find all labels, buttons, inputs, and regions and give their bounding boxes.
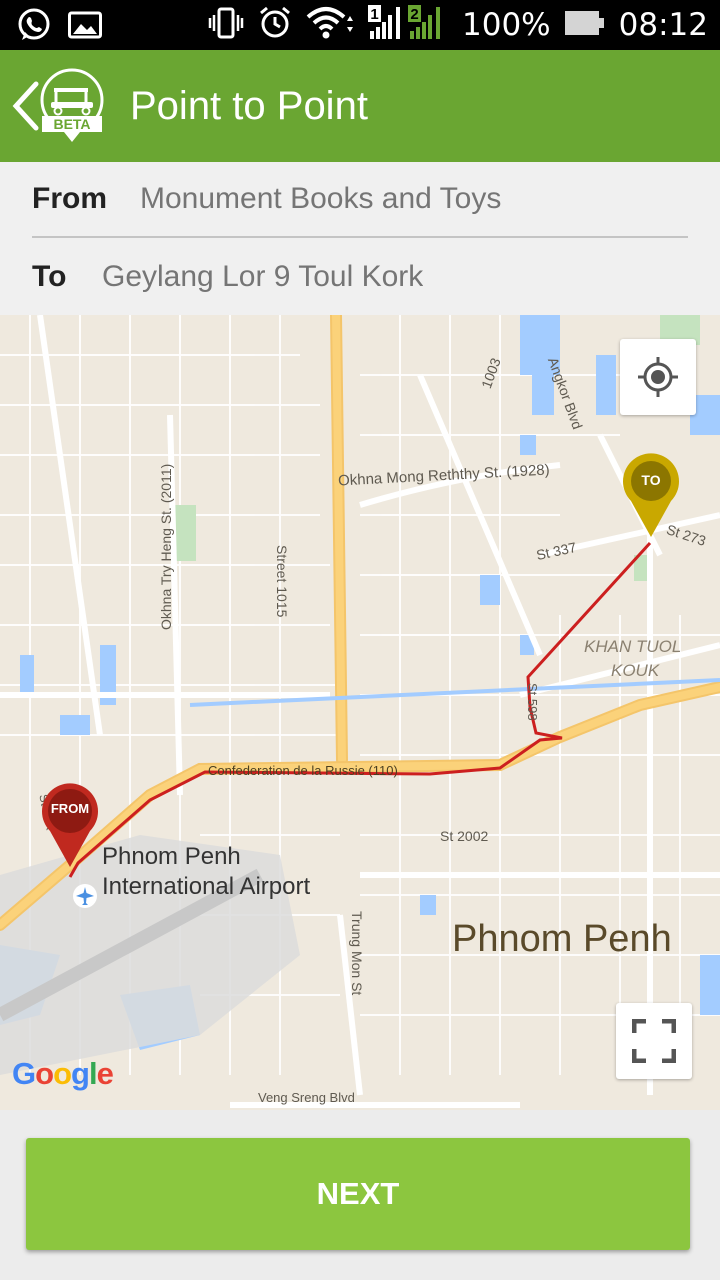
svg-text:2: 2 bbox=[410, 6, 418, 23]
map-district-label: KOUK bbox=[611, 661, 660, 680]
airport-label: International Airport bbox=[102, 873, 311, 900]
fullscreen-icon bbox=[631, 1018, 677, 1068]
map-label: St 598 bbox=[525, 683, 540, 721]
city-label: Phnom Penh bbox=[452, 918, 672, 960]
map-label: Veng Sreng Blvd bbox=[258, 1090, 355, 1105]
beta-badge: BETA bbox=[53, 116, 90, 132]
to-label: To bbox=[32, 260, 67, 293]
fullscreen-button[interactable] bbox=[616, 1003, 692, 1079]
map-label: Confederation de la Russie (110) bbox=[208, 763, 398, 778]
app-logo[interactable]: BETA bbox=[38, 68, 106, 148]
map-label: St 2002 bbox=[440, 828, 489, 844]
map-label: Trung Mon St bbox=[349, 911, 365, 996]
signal-icon: 1 2 bbox=[368, 3, 448, 48]
to-pin-label: TO bbox=[641, 472, 661, 488]
status-time: 08:12 bbox=[618, 7, 708, 43]
to-row[interactable]: To Geylang Lor 9 Toul Kork bbox=[32, 239, 688, 315]
status-bar: 1 2 100% 08:12 bbox=[0, 0, 720, 50]
to-field[interactable]: Geylang Lor 9 Toul Kork bbox=[102, 260, 423, 294]
map-label: Street 1015 bbox=[274, 545, 290, 618]
wifi-icon bbox=[306, 5, 354, 46]
vibrate-icon bbox=[208, 6, 244, 45]
route-panel: From Monument Books and Toys To Geylang … bbox=[0, 162, 720, 315]
map-view[interactable]: Okhna Mong Reththy St. (1928) Street 101… bbox=[0, 315, 720, 1110]
google-logo: Google bbox=[12, 1056, 114, 1091]
image-icon bbox=[68, 10, 102, 45]
svg-text:1: 1 bbox=[370, 6, 378, 23]
alarm-icon bbox=[258, 5, 292, 46]
from-label: From bbox=[32, 182, 107, 215]
to-pin[interactable]: TO bbox=[623, 453, 679, 539]
app-bar: BETA Point to Point bbox=[0, 50, 720, 162]
battery-percent: 100% bbox=[462, 7, 551, 43]
my-location-icon bbox=[636, 355, 680, 404]
airplane-icon bbox=[72, 883, 98, 909]
map-district-label: KHAN TUOL bbox=[584, 637, 682, 656]
my-location-button[interactable] bbox=[620, 339, 696, 415]
battery-icon bbox=[564, 9, 605, 42]
from-row[interactable]: From Monument Books and Toys bbox=[32, 162, 688, 238]
bottom-bar: NEXT bbox=[0, 1110, 720, 1280]
from-pin[interactable]: FROM bbox=[42, 783, 98, 869]
from-pin-label: FROM bbox=[50, 801, 90, 816]
page-title: Point to Point bbox=[130, 84, 368, 128]
from-field[interactable]: Monument Books and Toys bbox=[140, 182, 501, 216]
map-label: Okhna Try Heng St. (2011) bbox=[158, 463, 174, 630]
chevron-left-icon[interactable] bbox=[10, 78, 40, 134]
next-button[interactable]: NEXT bbox=[26, 1138, 690, 1250]
airport-label: Phnom Penh bbox=[102, 843, 241, 870]
whatsapp-icon bbox=[16, 7, 52, 48]
